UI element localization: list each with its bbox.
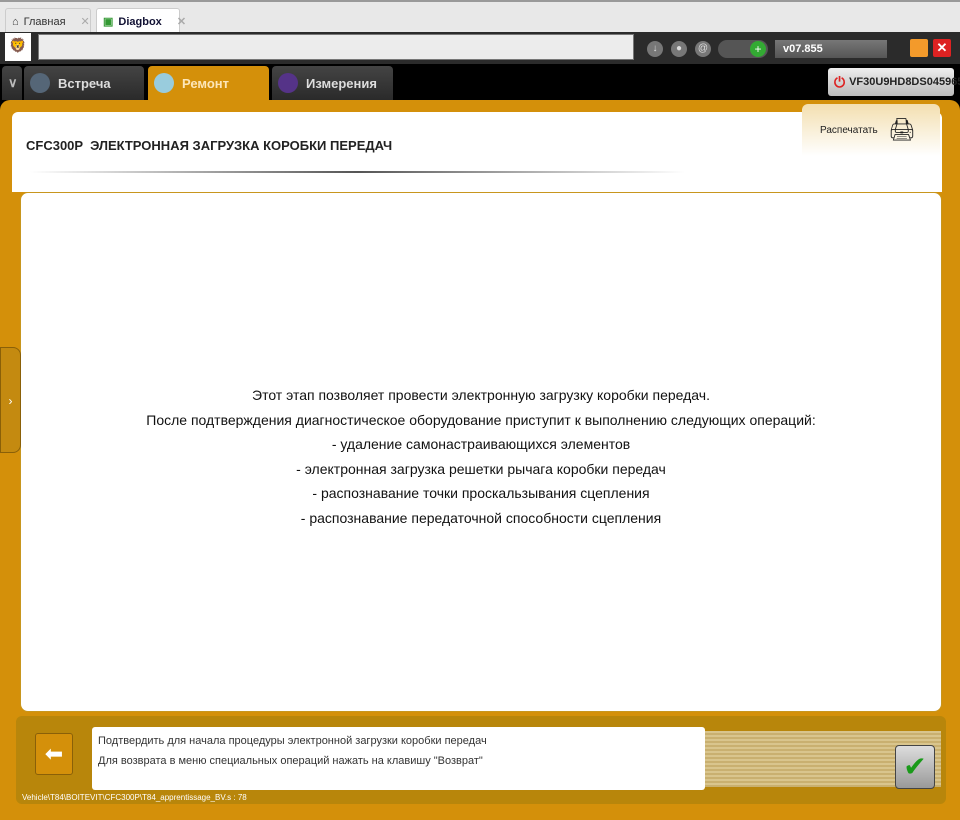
close-icon[interactable]: ✕ <box>81 15 90 28</box>
page-title: CFC300P ЭЛЕКТРОННАЯ ЗАГРУЗКА КОРОБКИ ПЕР… <box>26 138 393 153</box>
print-button[interactable]: Распечатать 🖨 <box>802 104 940 156</box>
message-line: Для возврата в меню специальных операций… <box>98 755 483 767</box>
version-display: v07.855 <box>775 40 887 58</box>
print-label: Распечатать <box>820 124 878 136</box>
close-button[interactable]: ✕ <box>933 39 951 57</box>
toolbar: 🦁 ↓ ● @ + v07.855 ✕ <box>0 32 960 64</box>
home-icon: ⌂ <box>12 15 19 28</box>
user-icon[interactable]: ● <box>671 41 687 57</box>
tab-label: Ремонт <box>182 75 230 91</box>
tab-remont[interactable]: Ремонт <box>148 66 269 100</box>
vin-button[interactable]: ⏻ VF30U9HD8DS045965 <box>828 68 960 96</box>
confirm-button[interactable]: ✔ <box>895 745 935 789</box>
power-icon: ⏻ <box>834 73 846 90</box>
content-line: - распознавание точки проскальзывания сц… <box>312 485 650 501</box>
volume-control[interactable]: + <box>718 40 768 58</box>
module-tabs: ∨ Встреча Ремонт Измерения <box>0 64 960 100</box>
minimize-button[interactable] <box>910 39 928 57</box>
tab-label: Главная <box>23 15 66 28</box>
message-line: Подтвердить для начала процедуры электро… <box>98 735 487 747</box>
plus-icon[interactable]: + <box>750 41 766 57</box>
browser-tab-diagbox[interactable]: ▣ Diagbox ✕ <box>96 8 186 34</box>
magnifier-icon <box>154 73 174 93</box>
arrow-left-icon: ⬅ <box>44 741 64 766</box>
content-line: - удаление самонастраивающихся элементов <box>331 436 631 452</box>
content-line: После подтверждения диагностическое обор… <box>146 411 816 428</box>
browser-tab-home[interactable]: ⌂ Главная ✕ <box>5 8 91 34</box>
back-button[interactable]: ⬅ <box>35 733 73 775</box>
tab-izmereniya[interactable]: Измерения <box>272 66 393 100</box>
browser-tab-bar: ⌂ Главная ✕ ▣ Diagbox ✕ <box>0 0 960 34</box>
checkmark-icon: ✔ <box>903 751 927 782</box>
peugeot-logo: 🦁 <box>5 33 31 61</box>
script-path: Vehicle\T84\BOITEVIT\CFC300P\T84_apprent… <box>22 793 247 802</box>
side-panel-toggle[interactable]: › <box>0 347 21 453</box>
content-panel: Этот этап позволяет провести электронную… <box>20 192 942 712</box>
tab-label: Встреча <box>58 75 111 91</box>
content-line: Этот этап позволяет провести электронную… <box>252 387 710 403</box>
content-line: - электронная загрузка решетки рычага ко… <box>296 460 666 477</box>
collapse-menu-icon[interactable]: ∨ <box>2 66 22 100</box>
divider <box>30 171 685 173</box>
tab-vstrecha[interactable]: Встреча <box>24 66 144 100</box>
address-bar[interactable] <box>38 34 634 60</box>
waveform-icon <box>278 73 298 93</box>
at-icon[interactable]: @ <box>695 41 711 57</box>
close-icon[interactable]: ✕ <box>177 15 186 28</box>
message-box: Подтвердить для начала процедуры электро… <box>92 727 705 790</box>
vin-label: VF30U9HD8DS045965 <box>849 76 960 88</box>
download-icon[interactable]: ↓ <box>647 41 663 57</box>
content-line: - распознавание передаточной способности… <box>300 509 662 526</box>
tab-label: Diagbox <box>118 15 162 28</box>
compass-icon <box>30 73 50 93</box>
tab-label: Измерения <box>306 75 377 91</box>
diagbox-icon: ▣ <box>103 16 114 28</box>
printer-icon: 🖨 <box>887 117 916 142</box>
